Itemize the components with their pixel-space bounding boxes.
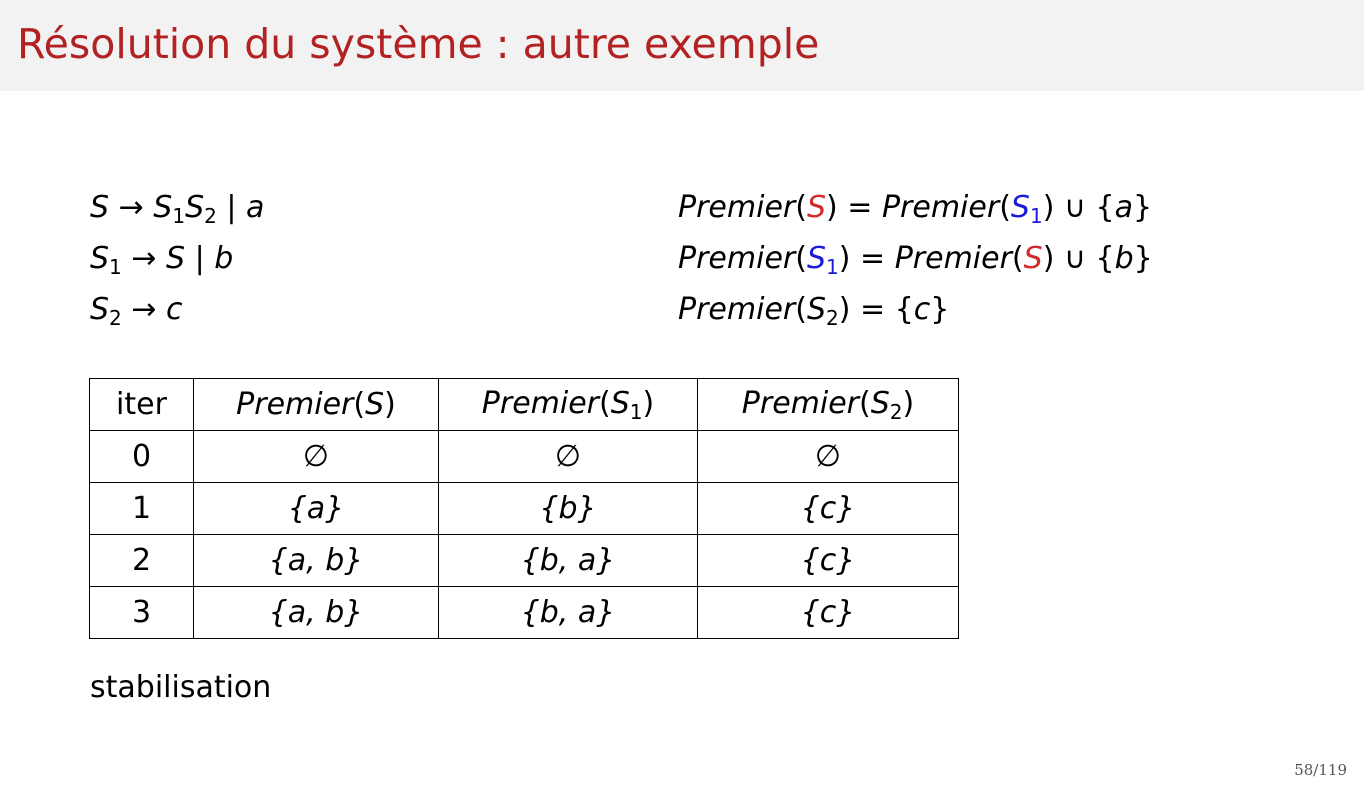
table-row: 3 {a, b} {b, a} {c} bbox=[89, 586, 959, 639]
header-iter: iter bbox=[89, 378, 194, 431]
table-header-row: iter Premier(S) Premier(S1) Premier(S2) bbox=[89, 378, 959, 431]
premier-equations: Premier(S) = Premier(S1) ∪ {a} Premier(S… bbox=[678, 182, 1153, 335]
grammar-rule-s: S → S1S2 | a bbox=[90, 190, 265, 228]
conclusion-text: stabilisation bbox=[90, 670, 272, 705]
slide-title: Résolution du système : autre exemple bbox=[17, 20, 820, 68]
equation-premier-s2: Premier(S2) = {c} bbox=[678, 292, 950, 330]
cell-premier-s2: {c} bbox=[697, 586, 959, 639]
cell-premier-s: {a, b} bbox=[193, 586, 439, 639]
table-row: 0 ∅ ∅ ∅ bbox=[89, 430, 959, 483]
cell-premier-s2: ∅ bbox=[697, 430, 959, 483]
grammar-rule-s2: S2 → c bbox=[90, 292, 183, 330]
title-bar: Résolution du système : autre exemple bbox=[0, 0, 1364, 91]
cell-iter: 0 bbox=[89, 430, 194, 483]
header-premier-s1: Premier(S1) bbox=[438, 378, 698, 431]
grammar-rules: S → S1S2 | a S1 → S | b S2 → c bbox=[90, 182, 264, 335]
cell-iter: 2 bbox=[89, 534, 194, 587]
cell-premier-s: {a, b} bbox=[193, 534, 439, 587]
table-row: 1 {a} {b} {c} bbox=[89, 482, 959, 535]
cell-iter: 1 bbox=[89, 482, 194, 535]
iteration-table: iter Premier(S) Premier(S1) Premier(S2) … bbox=[89, 378, 959, 639]
cell-premier-s1: {b, a} bbox=[438, 586, 698, 639]
cell-premier-s2: {c} bbox=[697, 482, 959, 535]
cell-premier-s1: ∅ bbox=[438, 430, 698, 483]
cell-iter: 3 bbox=[89, 586, 194, 639]
cell-premier-s2: {c} bbox=[697, 534, 959, 587]
cell-premier-s: ∅ bbox=[193, 430, 439, 483]
cell-premier-s1: {b} bbox=[438, 482, 698, 535]
header-premier-s: Premier(S) bbox=[193, 378, 439, 431]
cell-premier-s: {a} bbox=[193, 482, 439, 535]
header-premier-s2: Premier(S2) bbox=[697, 378, 959, 431]
grammar-rule-s1: S1 → S | b bbox=[90, 241, 234, 279]
table-row: 2 {a, b} {b, a} {c} bbox=[89, 534, 959, 587]
cell-premier-s1: {b, a} bbox=[438, 534, 698, 587]
equation-premier-s1: Premier(S1) = Premier(S) ∪ {b} bbox=[678, 241, 1153, 279]
page-number: 58/119 bbox=[1294, 761, 1347, 779]
equation-premier-s: Premier(S) = Premier(S1) ∪ {a} bbox=[678, 190, 1153, 228]
